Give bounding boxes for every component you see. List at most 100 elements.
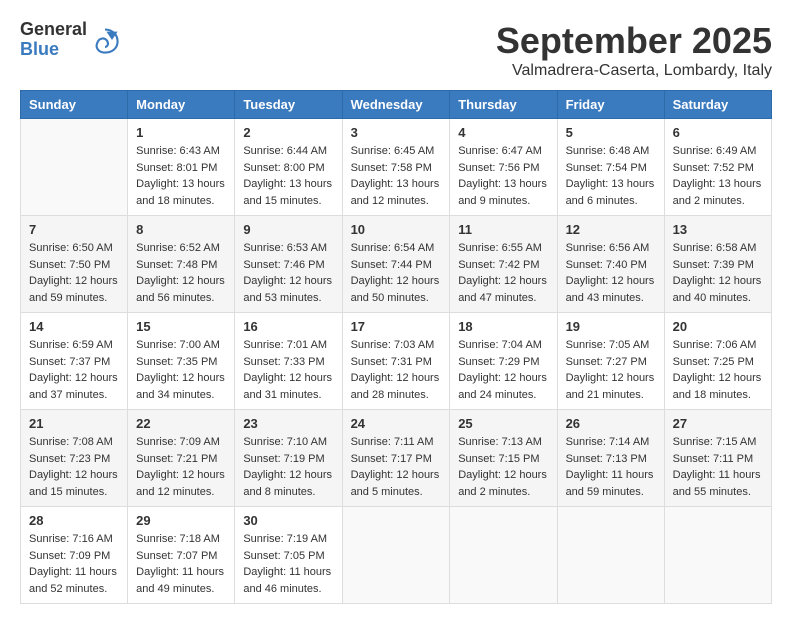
sunrise-label: Sunrise: 7:00 AM: [136, 339, 220, 351]
sunset-label: Sunset: 7:42 PM: [458, 259, 539, 271]
sunset-label: Sunset: 7:35 PM: [136, 356, 217, 368]
day-number: 29: [136, 513, 226, 528]
calendar-cell: 2 Sunrise: 6:44 AM Sunset: 8:00 PM Dayli…: [235, 119, 342, 216]
logo: General Blue: [20, 20, 119, 60]
sunrise-label: Sunrise: 6:58 AM: [673, 242, 757, 254]
calendar-cell: 11 Sunrise: 6:55 AM Sunset: 7:42 PM Dayl…: [450, 216, 557, 313]
day-number: 17: [351, 319, 442, 334]
sunset-label: Sunset: 7:56 PM: [458, 162, 539, 174]
daylight-label: Daylight: 11 hours and 49 minutes.: [136, 566, 224, 595]
daylight-label: Daylight: 12 hours and 43 minutes.: [566, 275, 655, 304]
day-info: Sunrise: 7:09 AM Sunset: 7:21 PM Dayligh…: [136, 434, 226, 500]
sunrise-label: Sunrise: 7:10 AM: [243, 436, 327, 448]
day-number: 25: [458, 416, 548, 431]
sunset-label: Sunset: 8:01 PM: [136, 162, 217, 174]
sunrise-label: Sunrise: 7:09 AM: [136, 436, 220, 448]
day-info: Sunrise: 6:59 AM Sunset: 7:37 PM Dayligh…: [29, 337, 119, 403]
sunrise-label: Sunrise: 6:44 AM: [243, 145, 327, 157]
calendar-cell: [342, 507, 450, 604]
calendar-cell: 12 Sunrise: 6:56 AM Sunset: 7:40 PM Dayl…: [557, 216, 664, 313]
calendar-table: SundayMondayTuesdayWednesdayThursdayFrid…: [20, 90, 772, 604]
day-info: Sunrise: 7:10 AM Sunset: 7:19 PM Dayligh…: [243, 434, 333, 500]
day-info: Sunrise: 7:15 AM Sunset: 7:11 PM Dayligh…: [673, 434, 763, 500]
sunrise-label: Sunrise: 7:14 AM: [566, 436, 650, 448]
calendar-cell: 22 Sunrise: 7:09 AM Sunset: 7:21 PM Dayl…: [128, 410, 235, 507]
sunset-label: Sunset: 7:09 PM: [29, 550, 110, 562]
day-info: Sunrise: 6:49 AM Sunset: 7:52 PM Dayligh…: [673, 143, 763, 209]
calendar-week-row: 1 Sunrise: 6:43 AM Sunset: 8:01 PM Dayli…: [21, 119, 772, 216]
sunset-label: Sunset: 7:40 PM: [566, 259, 647, 271]
day-info: Sunrise: 7:03 AM Sunset: 7:31 PM Dayligh…: [351, 337, 442, 403]
calendar-week-row: 14 Sunrise: 6:59 AM Sunset: 7:37 PM Dayl…: [21, 313, 772, 410]
sunrise-label: Sunrise: 6:56 AM: [566, 242, 650, 254]
calendar-cell: 5 Sunrise: 6:48 AM Sunset: 7:54 PM Dayli…: [557, 119, 664, 216]
calendar-week-row: 28 Sunrise: 7:16 AM Sunset: 7:09 PM Dayl…: [21, 507, 772, 604]
sunset-label: Sunset: 7:23 PM: [29, 453, 110, 465]
weekday-header: Wednesday: [342, 91, 450, 119]
day-number: 19: [566, 319, 656, 334]
day-info: Sunrise: 7:14 AM Sunset: 7:13 PM Dayligh…: [566, 434, 656, 500]
sunset-label: Sunset: 7:19 PM: [243, 453, 324, 465]
sunrise-label: Sunrise: 7:08 AM: [29, 436, 113, 448]
sunrise-label: Sunrise: 7:13 AM: [458, 436, 542, 448]
calendar-cell: 8 Sunrise: 6:52 AM Sunset: 7:48 PM Dayli…: [128, 216, 235, 313]
day-number: 3: [351, 125, 442, 140]
day-info: Sunrise: 6:43 AM Sunset: 8:01 PM Dayligh…: [136, 143, 226, 209]
calendar-cell: 21 Sunrise: 7:08 AM Sunset: 7:23 PM Dayl…: [21, 410, 128, 507]
sunrise-label: Sunrise: 7:18 AM: [136, 533, 220, 545]
day-number: 27: [673, 416, 763, 431]
sunset-label: Sunset: 7:52 PM: [673, 162, 754, 174]
daylight-label: Daylight: 12 hours and 59 minutes.: [29, 275, 118, 304]
calendar-header-row: SundayMondayTuesdayWednesdayThursdayFrid…: [21, 91, 772, 119]
calendar-cell: 20 Sunrise: 7:06 AM Sunset: 7:25 PM Dayl…: [664, 313, 771, 410]
calendar-cell: 10 Sunrise: 6:54 AM Sunset: 7:44 PM Dayl…: [342, 216, 450, 313]
sunrise-label: Sunrise: 7:01 AM: [243, 339, 327, 351]
day-number: 23: [243, 416, 333, 431]
logo-general: General: [20, 20, 87, 40]
day-info: Sunrise: 7:04 AM Sunset: 7:29 PM Dayligh…: [458, 337, 548, 403]
day-info: Sunrise: 7:19 AM Sunset: 7:05 PM Dayligh…: [243, 531, 333, 597]
sunset-label: Sunset: 7:27 PM: [566, 356, 647, 368]
sunset-label: Sunset: 7:25 PM: [673, 356, 754, 368]
daylight-label: Daylight: 11 hours and 55 minutes.: [673, 469, 761, 498]
calendar-cell: 30 Sunrise: 7:19 AM Sunset: 7:05 PM Dayl…: [235, 507, 342, 604]
day-info: Sunrise: 6:44 AM Sunset: 8:00 PM Dayligh…: [243, 143, 333, 209]
title-block: September 2025 Valmadrera-Caserta, Lomba…: [496, 20, 772, 80]
day-number: 15: [136, 319, 226, 334]
daylight-label: Daylight: 11 hours and 59 minutes.: [566, 469, 654, 498]
daylight-label: Daylight: 12 hours and 40 minutes.: [673, 275, 762, 304]
daylight-label: Daylight: 12 hours and 50 minutes.: [351, 275, 440, 304]
daylight-label: Daylight: 12 hours and 18 minutes.: [673, 372, 762, 401]
daylight-label: Daylight: 12 hours and 2 minutes.: [458, 469, 547, 498]
weekday-header: Friday: [557, 91, 664, 119]
sunrise-label: Sunrise: 6:47 AM: [458, 145, 542, 157]
daylight-label: Daylight: 12 hours and 53 minutes.: [243, 275, 332, 304]
sunset-label: Sunset: 7:13 PM: [566, 453, 647, 465]
sunrise-label: Sunrise: 7:04 AM: [458, 339, 542, 351]
day-info: Sunrise: 7:18 AM Sunset: 7:07 PM Dayligh…: [136, 531, 226, 597]
logo-blue: Blue: [20, 40, 87, 60]
day-number: 13: [673, 222, 763, 237]
day-number: 1: [136, 125, 226, 140]
weekday-header: Thursday: [450, 91, 557, 119]
logo-icon: [91, 26, 119, 54]
weekday-header: Monday: [128, 91, 235, 119]
calendar-cell: [450, 507, 557, 604]
month-title: September 2025: [496, 20, 772, 62]
sunset-label: Sunset: 7:29 PM: [458, 356, 539, 368]
day-number: 6: [673, 125, 763, 140]
sunrise-label: Sunrise: 6:50 AM: [29, 242, 113, 254]
daylight-label: Daylight: 12 hours and 28 minutes.: [351, 372, 440, 401]
daylight-label: Daylight: 12 hours and 56 minutes.: [136, 275, 225, 304]
sunset-label: Sunset: 7:17 PM: [351, 453, 432, 465]
sunset-label: Sunset: 7:31 PM: [351, 356, 432, 368]
daylight-label: Daylight: 13 hours and 6 minutes.: [566, 178, 655, 207]
day-info: Sunrise: 7:06 AM Sunset: 7:25 PM Dayligh…: [673, 337, 763, 403]
sunrise-label: Sunrise: 7:06 AM: [673, 339, 757, 351]
sunset-label: Sunset: 7:05 PM: [243, 550, 324, 562]
sunrise-label: Sunrise: 7:19 AM: [243, 533, 327, 545]
day-number: 7: [29, 222, 119, 237]
sunrise-label: Sunrise: 7:11 AM: [351, 436, 434, 448]
day-number: 26: [566, 416, 656, 431]
calendar-cell: 29 Sunrise: 7:18 AM Sunset: 7:07 PM Dayl…: [128, 507, 235, 604]
